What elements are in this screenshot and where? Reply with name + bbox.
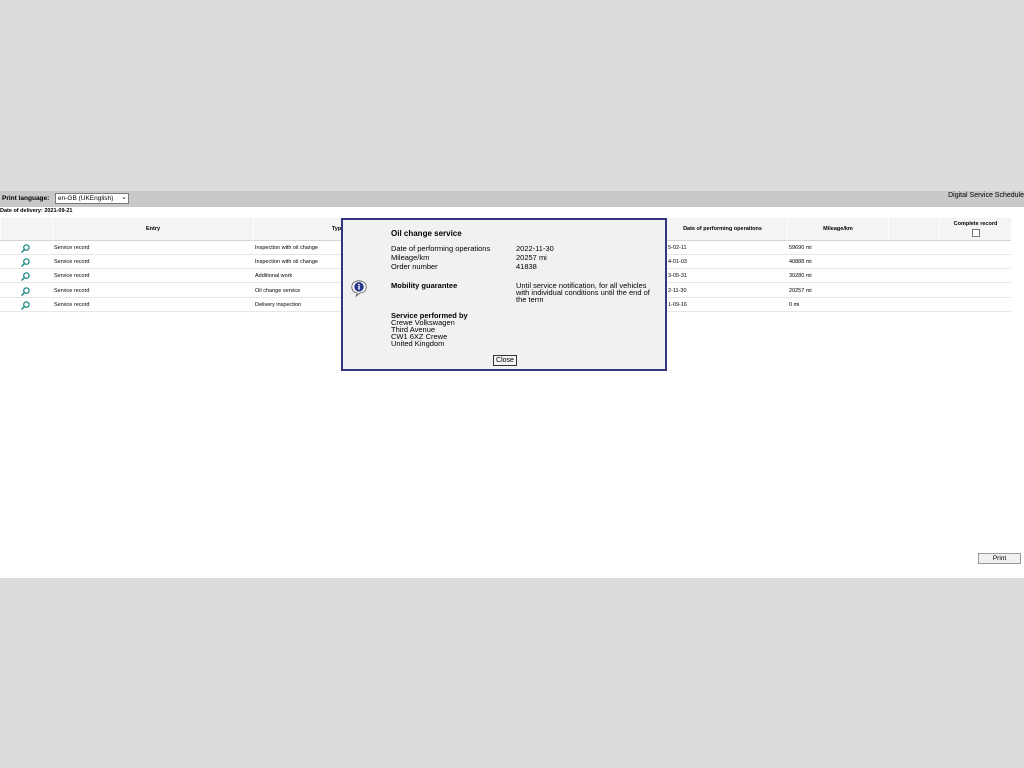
row-mileage: 0 mi [789, 302, 800, 308]
column-header-mileage[interactable]: Mileage/km [787, 218, 888, 241]
row-date: 5-02-11 [668, 245, 687, 251]
column-header-blank [888, 218, 939, 241]
order-number-label: Order number [391, 262, 438, 271]
row-date: 2-11-30 [668, 288, 687, 294]
date-label: Date of performing operations [391, 244, 491, 253]
magnifier-icon[interactable] [21, 272, 30, 281]
row-date: 3-05-31 [668, 273, 687, 279]
mobility-guarantee-label: Mobility guarantee [391, 281, 458, 290]
row-type: Delivery inspection [255, 302, 302, 308]
row-date: 1-09-16 [668, 302, 687, 308]
print-language-select[interactable]: en-GB (UKEnglish) ⌄ [55, 193, 129, 204]
row-date: 4-01-03 [668, 259, 687, 265]
close-button[interactable]: Close [493, 355, 517, 366]
row-type: Oil change service [255, 288, 301, 294]
info-icon [351, 280, 367, 297]
mileage-value: 20257 mi [516, 253, 547, 262]
print-language-label: Print language: [2, 195, 50, 202]
dealer-country: United Kingdom [391, 339, 445, 348]
column-header-icon [0, 218, 52, 241]
row-entry: Service record [54, 245, 90, 251]
row-entry: Service record [54, 259, 90, 265]
date-value: 2022-11-30 [516, 244, 554, 253]
service-detail-dialog: Oil change service Date of performing op… [341, 218, 667, 371]
column-header-entry[interactable]: Entry [52, 218, 253, 241]
column-header-complete: Complete record [939, 218, 1011, 241]
row-mileage: 59690 mi [789, 245, 812, 251]
row-type: Additional work [255, 273, 293, 279]
row-entry: Service record [54, 288, 90, 294]
print-language-value: en-GB (UKEnglish) [58, 195, 114, 202]
magnifier-icon[interactable] [21, 301, 30, 310]
magnifier-icon[interactable] [21, 258, 30, 267]
order-number-value: 41838 [516, 262, 537, 271]
complete-record-label: Complete record [953, 221, 998, 227]
magnifier-icon[interactable] [21, 287, 30, 296]
mileage-label: Mileage/km [391, 253, 430, 262]
row-entry: Service record [54, 273, 90, 279]
magnifier-icon[interactable] [21, 244, 30, 253]
app-title: Digital Service Schedule [948, 192, 1024, 199]
row-mileage: 20257 mi [789, 288, 812, 294]
complete-record-checkbox[interactable] [971, 229, 980, 237]
dialog-title: Oil change service [391, 229, 462, 238]
date-of-delivery: Date of delivery: 2021-09-21 [0, 208, 73, 214]
mobility-guarantee-line-3: the term [516, 295, 544, 304]
print-button[interactable]: Print [978, 553, 1021, 564]
row-mileage: 40888 mi [789, 259, 812, 265]
row-mileage: 30280 mi [789, 273, 812, 279]
row-type: Inspection with oil change [255, 245, 318, 251]
row-type: Inspection with oil change [255, 259, 318, 265]
top-toolbar: Print language: en-GB (UKEnglish) ⌄ Digi… [0, 191, 1024, 207]
chevron-down-icon: ⌄ [121, 194, 127, 201]
row-entry: Service record [54, 302, 90, 308]
column-header-date[interactable]: Date of performing operations [657, 218, 787, 241]
